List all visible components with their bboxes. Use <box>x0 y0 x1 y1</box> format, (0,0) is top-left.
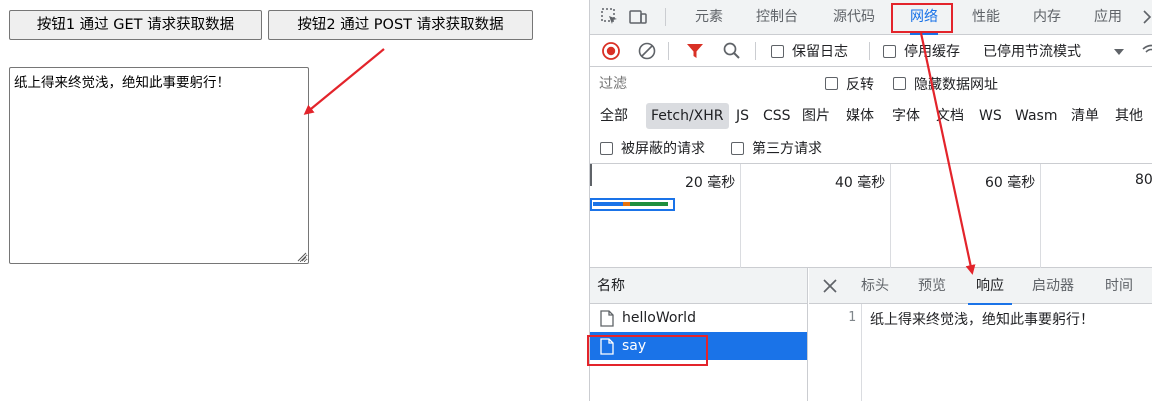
toolbar-divider <box>665 8 666 26</box>
devtools-tab-bar: 元素 控制台 源代码 网络 性能 内存 应用 <box>590 0 1152 35</box>
toolbar-divider <box>668 42 669 60</box>
arrow-to-textarea <box>303 48 385 115</box>
filter-icon[interactable] <box>685 41 705 61</box>
blocked-requests-checkbox[interactable]: 被屏蔽的请求 <box>600 132 705 164</box>
clear-icon[interactable] <box>637 41 657 61</box>
response-body-text: 纸上得来终觉浅，绝知此事要躬行！ <box>870 312 1094 328</box>
third-party-checkbox[interactable]: 第三方请求 <box>731 132 822 164</box>
toolbar-divider <box>869 42 870 60</box>
names-column-header[interactable]: 名称 <box>590 268 807 304</box>
resize-handle-icon[interactable] <box>295 250 307 262</box>
type-filter-img[interactable]: 图片 <box>797 103 835 129</box>
third-party-label: 第三方请求 <box>752 141 822 157</box>
timeline-tick-label: 60 毫秒 <box>985 175 1036 191</box>
disable-cache-checkbox[interactable]: 停用缓存 <box>883 35 960 67</box>
checkbox-box[interactable] <box>825 77 838 90</box>
network-overview-timeline[interactable]: 20 毫秒 40 毫秒 60 毫秒 80 <box>590 164 1152 268</box>
post-request-button[interactable]: 按钮2 通过 POST 请求获取数据 <box>268 10 533 40</box>
tab-sources[interactable]: 源代码 <box>833 0 875 34</box>
tab-preview[interactable]: 预览 <box>918 268 946 304</box>
resource-type-filters: 全部 Fetch/XHR JS CSS 图片 媒体 字体 文档 WS Wasm … <box>590 100 1152 132</box>
toolbar-divider <box>755 42 756 60</box>
tab-memory[interactable]: 内存 <box>1033 0 1061 34</box>
request-detail-panel: 标头 预览 响应 启动器 时间 1 纸上得来终觉浅，绝知此事要躬行！ <box>809 268 1152 401</box>
timeline-tick-label: 80 <box>1135 172 1152 188</box>
blocked-requests-label: 被屏蔽的请求 <box>621 141 705 157</box>
tab-application[interactable]: 应用 <box>1094 0 1122 34</box>
checkbox-box[interactable] <box>893 77 906 90</box>
tab-elements[interactable]: 元素 <box>695 0 723 34</box>
throttling-select[interactable]: 已停用节流模式 <box>983 35 1081 67</box>
invert-checkbox[interactable]: 反转 <box>825 67 874 100</box>
type-filter-wasm[interactable]: Wasm <box>1010 103 1062 129</box>
tab-performance[interactable]: 性能 <box>972 0 1000 34</box>
timeline-tick-label: 20 毫秒 <box>685 175 736 191</box>
inspect-element-icon[interactable] <box>600 7 620 27</box>
type-filter-ws[interactable]: WS <box>974 103 1007 129</box>
caret-down-icon[interactable] <box>1109 41 1129 61</box>
timeline-gridline <box>740 164 741 268</box>
type-filter-all[interactable]: 全部 <box>595 103 633 129</box>
throttling-label: 已停用节流模式 <box>983 44 1081 60</box>
request-row-helloworld[interactable]: helloWorld <box>590 304 807 332</box>
checkbox-box[interactable] <box>883 44 896 58</box>
network-toolbar: 保留日志 停用缓存 已停用节流模式 <box>590 35 1152 67</box>
checkbox-box[interactable] <box>731 141 744 155</box>
chevron-right-icon[interactable] <box>1138 7 1152 27</box>
type-filter-css[interactable]: CSS <box>758 103 796 129</box>
tab-headers[interactable]: 标头 <box>861 268 889 304</box>
type-filter-doc[interactable]: 文档 <box>931 103 969 129</box>
device-toolbar-icon[interactable] <box>628 7 648 27</box>
tab-initiator[interactable]: 启动器 <box>1032 268 1074 304</box>
type-filter-media[interactable]: 媒体 <box>841 103 879 129</box>
file-icon <box>600 309 614 327</box>
type-filter-fetch-xhr[interactable]: Fetch/XHR <box>646 103 729 129</box>
request-options-row: 被屏蔽的请求 第三方请求 <box>590 132 1152 164</box>
result-textarea[interactable]: 纸上得来终觉浅，绝知此事要躬行！ <box>9 67 309 264</box>
timeline-gridline <box>1040 164 1041 268</box>
type-filter-manifest[interactable]: 清单 <box>1066 103 1104 129</box>
filter-input[interactable] <box>593 72 807 96</box>
network-tab-highlight <box>891 3 953 33</box>
request-name: helloWorld <box>622 310 696 326</box>
line-gutter: 1 <box>809 304 862 401</box>
preserve-log-label: 保留日志 <box>792 44 848 60</box>
waterfall-bar <box>630 202 668 206</box>
type-filter-js[interactable]: JS <box>731 103 754 129</box>
get-request-button[interactable]: 按钮1 通过 GET 请求获取数据 <box>9 10 262 40</box>
waterfall-bar <box>623 202 630 206</box>
timeline-tick-label: 40 毫秒 <box>835 175 886 191</box>
hide-data-urls-label: 隐藏数据网址 <box>914 76 998 93</box>
line-number: 1 <box>848 310 856 325</box>
invert-label: 反转 <box>846 76 874 93</box>
type-filter-font[interactable]: 字体 <box>887 103 925 129</box>
checkbox-box[interactable] <box>771 44 784 58</box>
close-icon[interactable] <box>822 278 838 294</box>
search-icon[interactable] <box>722 41 742 61</box>
preserve-log-checkbox[interactable]: 保留日志 <box>771 35 848 67</box>
waterfall-bar <box>593 202 623 206</box>
detail-tab-bar: 标头 预览 响应 启动器 时间 <box>809 268 1152 305</box>
filter-row: 反转 隐藏数据网址 <box>590 67 1152 100</box>
tab-timing[interactable]: 时间 <box>1105 268 1133 304</box>
timeline-gridline <box>890 164 891 268</box>
tab-response[interactable]: 响应 <box>968 268 1012 305</box>
timeline-start-marker <box>590 164 592 186</box>
checkbox-box[interactable] <box>600 141 613 155</box>
disable-cache-label: 停用缓存 <box>904 44 960 60</box>
wifi-icon[interactable] <box>1141 41 1152 61</box>
hide-data-urls-checkbox[interactable]: 隐藏数据网址 <box>893 67 998 100</box>
response-viewer[interactable]: 1 纸上得来终觉浅，绝知此事要躬行！ <box>809 304 1152 401</box>
say-request-highlight <box>587 335 708 366</box>
stop-recording-icon[interactable] <box>601 41 621 61</box>
type-filter-other[interactable]: 其他 <box>1110 103 1148 129</box>
tab-console[interactable]: 控制台 <box>756 0 798 34</box>
